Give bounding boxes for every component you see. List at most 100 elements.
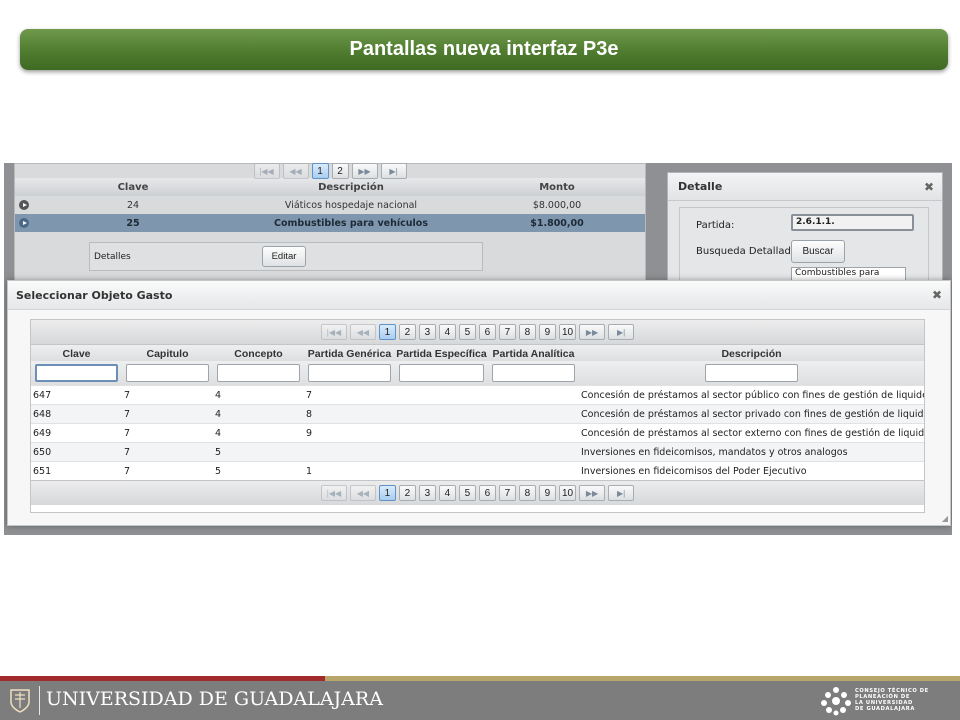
bg-cell-monto: $8.000,00 [532,199,582,211]
cell-partida-generica: 1 [304,461,395,480]
table-row[interactable]: 648 7 4 8 Concesión de préstamos al sect… [31,404,924,424]
busqueda-label: Busqueda Detallada [696,246,797,257]
page-button[interactable]: 10 [558,485,577,501]
resize-handle-icon[interactable]: ◢ [942,514,948,523]
descripcion-field[interactable]: Combustibles para [791,267,906,281]
next-page-button[interactable]: ▶▶ [579,485,606,501]
close-icon[interactable]: ✖ [932,288,942,302]
partida-especifica-filter-input[interactable] [399,364,484,382]
objeto-gasto-table: Clave Capitulo Concepto Partida Genérica… [31,345,924,480]
table-row[interactable]: 650 7 5 Inversiones en fideicomisos, man… [31,442,924,462]
prev-page-button[interactable]: ◀◀ [349,485,376,501]
partida-generica-filter-input[interactable] [308,364,391,382]
page-button[interactable]: 3 [418,485,436,501]
cell-partida-especifica [395,404,488,424]
last-page-button[interactable]: ▶| [608,485,635,501]
screenshot-area: |◀◀ ◀◀ 1 2 ▶▶ ▶| Clave Descripción Monto… [4,163,952,535]
page-button[interactable]: 8 [518,485,536,501]
col-concepto[interactable]: Concepto [213,345,304,361]
filter-row [31,361,924,386]
descripcion-filter-input[interactable] [705,364,798,382]
slide-title: Pantallas nueva interfaz P3e [349,38,619,60]
slide-title-banner: Pantallas nueva interfaz P3e [20,29,948,70]
page-button[interactable]: 7 [498,324,516,340]
expand-row-icon[interactable] [19,200,29,210]
bg-pager: |◀◀ ◀◀ 1 2 ▶▶ ▶| [15,163,645,179]
bg-cell-descripcion: Viáticos hospedaje nacional [284,199,418,211]
buscar-button[interactable]: Buscar [791,240,845,263]
page-button[interactable]: 2 [398,485,416,501]
university-name: UNIVERSIDAD DE GUADALAJARA [46,688,383,710]
close-icon[interactable]: ✖ [924,180,934,194]
bg-last-page-button[interactable]: ▶| [380,163,407,179]
bg-table-row[interactable]: 24 Viáticos hospedaje nacional $8.000,00 [15,196,645,214]
table-row[interactable]: 651 7 5 1 Inversiones en fideicomisos de… [31,461,924,480]
cell-partida-especifica [395,385,488,405]
page-button[interactable]: 1 [378,324,396,340]
page-button[interactable]: 2 [398,324,416,340]
cell-descripcion: Concesión de préstamos al sector público… [579,385,924,405]
prev-page-button[interactable]: ◀◀ [349,324,376,340]
next-page-button[interactable]: ▶▶ [579,324,606,340]
page-button[interactable]: 9 [538,485,556,501]
page-button[interactable]: 8 [518,324,536,340]
page-button[interactable]: 7 [498,485,516,501]
col-descripcion[interactable]: Descripción [579,345,924,361]
cell-partida-generica: 7 [304,385,395,405]
cell-capitulo: 7 [122,461,213,480]
dialog-header: Seleccionar Objeto Gasto ✖ [8,281,950,310]
expand-row-icon[interactable] [19,218,29,228]
footer-bar: UNIVERSIDAD DE GUADALAJARA CONSEJO TÉCNI… [0,681,960,720]
bg-page-2-button[interactable]: 2 [331,163,349,179]
last-page-button[interactable]: ▶| [608,324,635,340]
col-partida-especifica[interactable]: Partida Específica [395,345,488,361]
capitulo-filter-input[interactable] [126,364,209,382]
page-button[interactable]: 1 [378,485,396,501]
first-page-button[interactable]: |◀◀ [320,485,347,501]
detalle-form: Partida: 2.6.1.1. Busqueda Detallada Bus… [679,207,929,287]
cell-partida-analitica [488,385,579,405]
table-row[interactable]: 649 7 4 9 Concesión de préstamos al sect… [31,423,924,443]
table-row[interactable]: 647 7 4 7 Concesión de préstamos al sect… [31,385,924,405]
partida-analitica-filter-input[interactable] [492,364,575,382]
page-button[interactable]: 6 [478,485,496,501]
bg-cell-monto: $1.800,00 [530,217,584,229]
bg-col-clave: Clave [117,181,149,193]
cell-partida-especifica [395,423,488,443]
detalle-header: Detalle ✖ [668,173,942,201]
cell-partida-generica [304,442,395,462]
cell-clave: 649 [31,423,122,443]
bg-next-page-button[interactable]: ▶▶ [351,163,378,179]
col-capitulo[interactable]: Capitulo [122,345,213,361]
bottom-pager: |◀◀ ◀◀ 1 2 3 4 5 6 7 8 9 10 ▶▶ ▶| [31,480,924,505]
page-button[interactable]: 4 [438,485,456,501]
page-button[interactable]: 4 [438,324,456,340]
bg-first-page-button[interactable]: |◀◀ [253,163,280,179]
editar-button[interactable]: Editar [262,246,306,267]
page-button[interactable]: 5 [458,485,476,501]
page-button[interactable]: 9 [538,324,556,340]
cell-capitulo: 7 [122,404,213,424]
top-pager: |◀◀ ◀◀ 1 2 3 4 5 6 7 8 9 10 ▶▶ ▶| [31,320,924,345]
bg-prev-page-button[interactable]: ◀◀ [282,163,309,179]
cell-concepto: 5 [213,461,304,480]
clave-filter-input[interactable] [35,364,118,382]
page-button[interactable]: 3 [418,324,436,340]
bg-table-row-selected[interactable]: 25 Combustibles para vehículos $1.800,00 [15,214,645,232]
bg-col-descripcion: Descripción [318,181,384,193]
cell-concepto: 4 [213,423,304,443]
col-clave[interactable]: Clave [31,345,122,361]
bg-page-1-button[interactable]: 1 [311,163,329,179]
first-page-button[interactable]: |◀◀ [320,324,347,340]
page-button[interactable]: 5 [458,324,476,340]
partida-field[interactable]: 2.6.1.1. [791,214,914,231]
detalle-panel: Detalle ✖ Partida: 2.6.1.1. Busqueda Det… [667,172,943,287]
page-button[interactable]: 10 [558,324,577,340]
col-partida-analitica[interactable]: Partida Analítica [488,345,579,361]
cell-concepto: 4 [213,404,304,424]
cell-partida-generica: 9 [304,423,395,443]
page-button[interactable]: 6 [478,324,496,340]
col-partida-generica[interactable]: Partida Genérica [304,345,395,361]
concepto-filter-input[interactable] [217,364,300,382]
udg-crest-icon [10,689,30,713]
